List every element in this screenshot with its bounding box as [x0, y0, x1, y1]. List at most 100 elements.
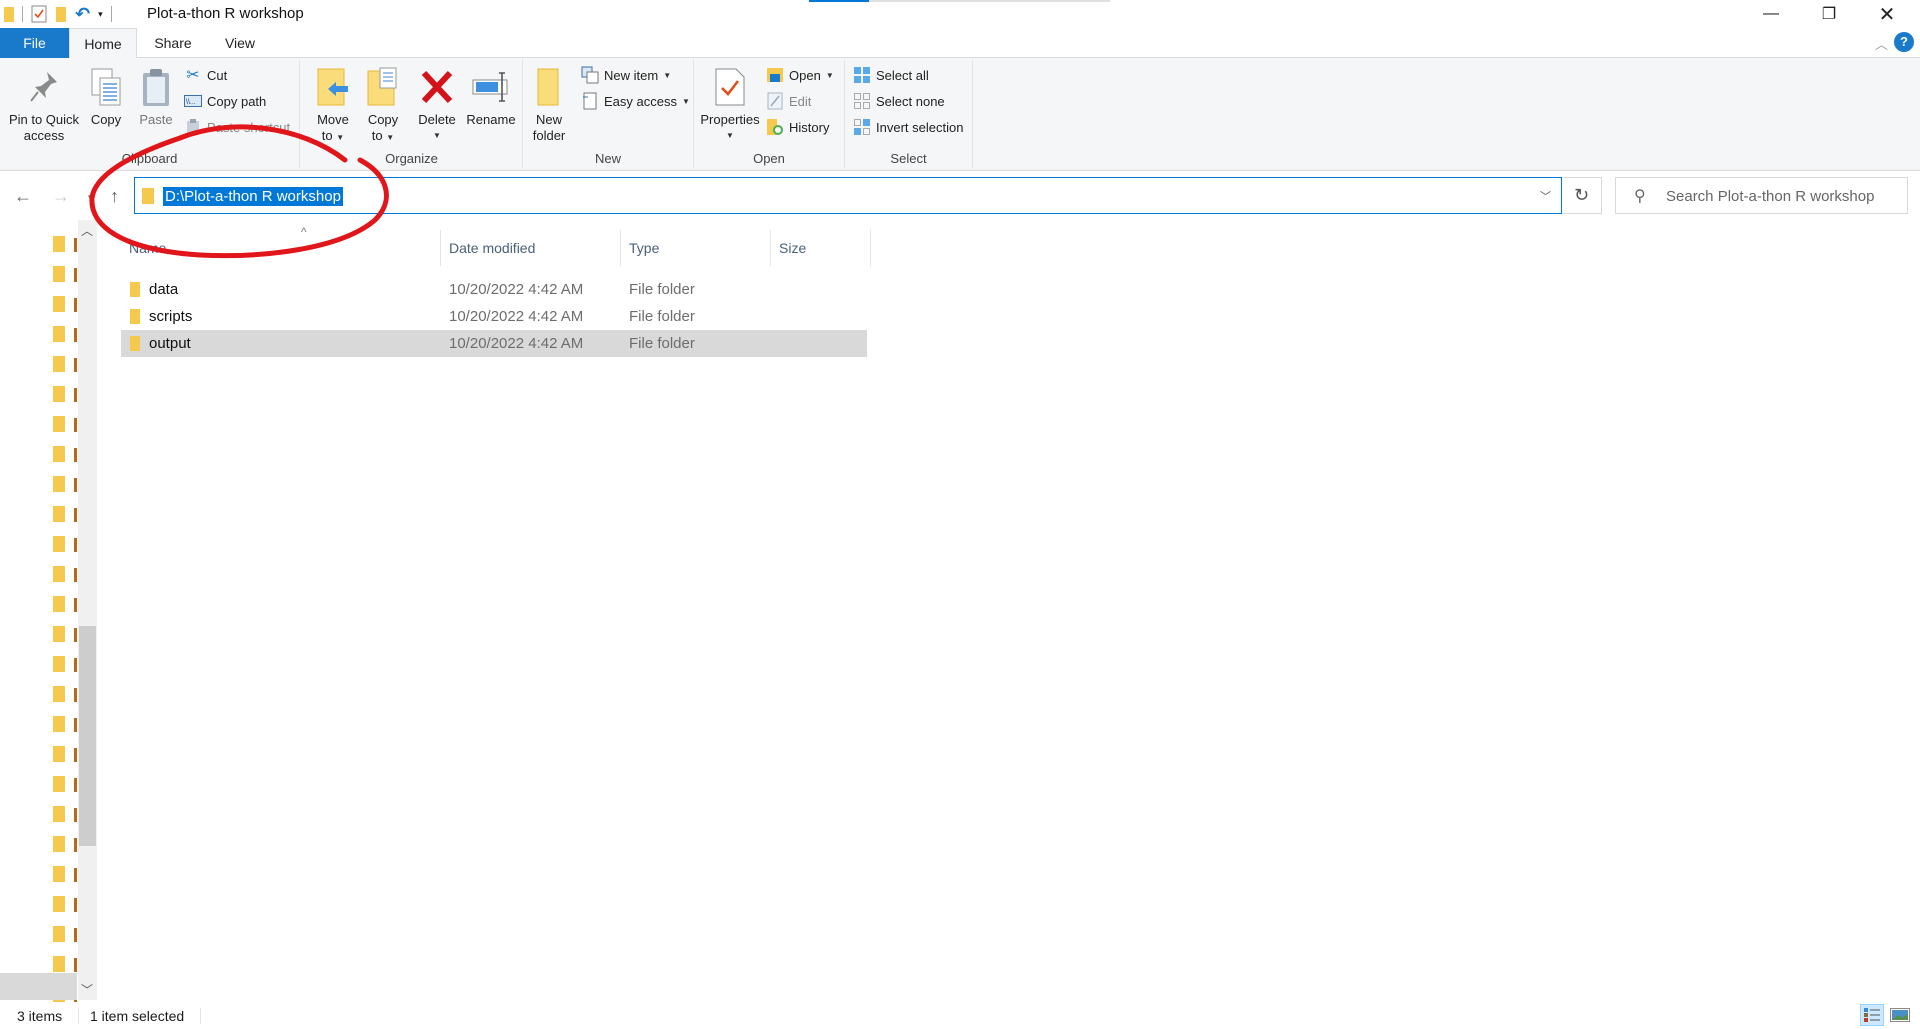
copy-to-button[interactable]: Copy to ▼: [363, 66, 403, 146]
nav-tree-folder-icon[interactable]: [52, 866, 66, 882]
address-path[interactable]: D:\Plot-a-thon R workshop: [163, 187, 343, 206]
nav-tree-item-label-clipped[interactable]: [74, 838, 77, 852]
help-icon[interactable]: ?: [1894, 32, 1914, 52]
nav-tree-item-label-clipped[interactable]: [74, 808, 77, 822]
nav-tree-folder-icon[interactable]: [52, 656, 66, 672]
nav-tree-folder-icon[interactable]: [52, 476, 66, 492]
nav-tree-item-label-clipped[interactable]: [74, 928, 77, 942]
open-button[interactable]: Open ▼: [766, 64, 834, 86]
nav-tree-item-label-clipped[interactable]: [74, 718, 77, 732]
address-bar[interactable]: D:\Plot-a-thon R workshop ﹀: [134, 177, 1562, 214]
select-none-button[interactable]: Select none: [853, 90, 945, 112]
invert-selection-button[interactable]: Invert selection: [853, 116, 963, 138]
paste-shortcut-button[interactable]: Paste shortcut: [184, 116, 290, 138]
nav-tree-item-label-clipped[interactable]: [74, 538, 77, 552]
details-view-button[interactable]: [1860, 1004, 1884, 1026]
nav-tree-folder-icon[interactable]: [52, 356, 66, 372]
properties-qat-icon[interactable]: [31, 5, 47, 23]
nav-tree-folder-icon[interactable]: [52, 326, 66, 342]
nav-tree-item-label-clipped[interactable]: [74, 268, 77, 282]
nav-tree-item-label-clipped[interactable]: [74, 778, 77, 792]
file-row[interactable]: data 10/20/2022 4:42 AM File folder: [121, 276, 867, 303]
cut-button[interactable]: ✂ Cut: [184, 64, 227, 86]
easy-access-button[interactable]: Easy access ▼: [581, 90, 690, 112]
forward-button[interactable]: →: [52, 186, 70, 207]
nav-tree-folder-icon[interactable]: [52, 956, 66, 972]
nav-tree-item-label-clipped[interactable]: [74, 358, 77, 372]
nav-tree-folder-icon[interactable]: [52, 926, 66, 942]
nav-tree-item-label-clipped[interactable]: [74, 868, 77, 882]
nav-tree-item-label-clipped[interactable]: [74, 418, 77, 432]
large-icons-view-button[interactable]: [1888, 1004, 1912, 1026]
copy-button[interactable]: Copy: [84, 66, 128, 128]
pin-to-quick-access-button[interactable]: Pin to Quick access: [6, 66, 82, 144]
select-all-button[interactable]: Select all: [853, 64, 929, 86]
customize-qat-icon[interactable]: ▾: [98, 9, 103, 20]
tab-view[interactable]: View: [220, 28, 260, 58]
copy-path-button[interactable]: \\... Copy path: [184, 90, 266, 112]
history-button[interactable]: History: [766, 116, 829, 138]
nav-tree-folder-icon[interactable]: [52, 836, 66, 852]
nav-tree-item-label-clipped[interactable]: [74, 898, 77, 912]
nav-tree-folder-icon[interactable]: [52, 446, 66, 462]
nav-tree-item-label-clipped[interactable]: [74, 688, 77, 702]
up-button[interactable]: ↑: [110, 186, 119, 207]
properties-button[interactable]: Properties ▼: [698, 66, 762, 144]
tab-file[interactable]: File: [0, 28, 69, 58]
nav-tree-item-label-clipped[interactable]: [74, 598, 77, 612]
search-placeholder[interactable]: Search Plot-a-thon R workshop: [1666, 188, 1874, 205]
column-header-date-modified[interactable]: Date modified: [441, 230, 621, 266]
nav-tree-folder-icon[interactable]: [52, 506, 66, 522]
nav-tree-item-label-clipped[interactable]: [74, 298, 77, 312]
paste-button[interactable]: Paste: [134, 66, 178, 128]
nav-tree-item-label-clipped[interactable]: [74, 958, 77, 972]
file-row[interactable]: output 10/20/2022 4:42 AM File folder: [121, 330, 867, 357]
minimize-button[interactable]: —: [1742, 0, 1800, 28]
nav-tree-item-label-clipped[interactable]: [74, 478, 77, 492]
move-to-button[interactable]: Move to ▼: [313, 66, 353, 146]
address-history-dropdown-icon[interactable]: ﹀: [1540, 188, 1551, 204]
nav-tree-folder-icon[interactable]: [52, 296, 66, 312]
nav-tree-item-label-clipped[interactable]: [74, 238, 77, 252]
column-header-name[interactable]: Name ^: [121, 225, 441, 266]
nav-tree-item-label-clipped[interactable]: [74, 448, 77, 462]
rename-button[interactable]: Rename: [465, 66, 517, 128]
nav-tree-folder-icon[interactable]: [52, 806, 66, 822]
column-header-size[interactable]: Size: [771, 230, 871, 266]
back-button[interactable]: ←: [14, 186, 32, 207]
recent-locations-button[interactable]: ▾: [88, 192, 93, 203]
navigation-pane-scrollbar[interactable]: ︿ ﹀: [78, 220, 97, 1000]
refresh-button[interactable]: ↻: [1562, 177, 1602, 214]
nav-tree-item-label-clipped[interactable]: [74, 658, 77, 672]
nav-tree-folder-icon[interactable]: [52, 626, 66, 642]
nav-tree-folder-icon[interactable]: [52, 716, 66, 732]
nav-tree-folder-icon[interactable]: [52, 386, 66, 402]
new-folder-button[interactable]: New folder: [529, 66, 569, 144]
nav-tree-item-label-clipped[interactable]: [74, 748, 77, 762]
nav-tree-folder-icon[interactable]: [52, 236, 66, 252]
nav-tree-item-label-clipped[interactable]: [74, 568, 77, 582]
nav-tree-item-label-clipped[interactable]: [74, 328, 77, 342]
nav-tree-item-label-clipped[interactable]: [74, 628, 77, 642]
nav-tree-folder-icon[interactable]: [52, 896, 66, 912]
new-item-button[interactable]: New item ▼: [581, 64, 671, 86]
nav-tree-folder-icon[interactable]: [52, 776, 66, 792]
scrollbar-thumb[interactable]: [79, 626, 96, 846]
properties-dropdown-icon[interactable]: ▼: [726, 128, 734, 144]
nav-tree-folder-icon[interactable]: [52, 266, 66, 282]
new-folder-qat-icon[interactable]: [55, 6, 67, 22]
nav-tree-folder-icon[interactable]: [52, 686, 66, 702]
nav-tree-folder-icon[interactable]: [52, 416, 66, 432]
undo-icon[interactable]: ↶: [75, 4, 90, 25]
close-button[interactable]: ✕: [1858, 0, 1916, 28]
file-row[interactable]: scripts 10/20/2022 4:42 AM File folder: [121, 303, 867, 330]
edit-button[interactable]: Edit: [766, 90, 811, 112]
column-header-type[interactable]: Type: [621, 230, 771, 266]
nav-tree-item-label-clipped[interactable]: [74, 508, 77, 522]
nav-tree-folder-icon[interactable]: [52, 536, 66, 552]
scroll-down-icon[interactable]: ﹀: [81, 981, 93, 998]
nav-tree-item-label-clipped[interactable]: [74, 388, 77, 402]
restore-button[interactable]: ❐: [1800, 0, 1858, 28]
search-box[interactable]: ⚲ Search Plot-a-thon R workshop: [1615, 177, 1908, 214]
nav-tree-folder-icon[interactable]: [52, 746, 66, 762]
